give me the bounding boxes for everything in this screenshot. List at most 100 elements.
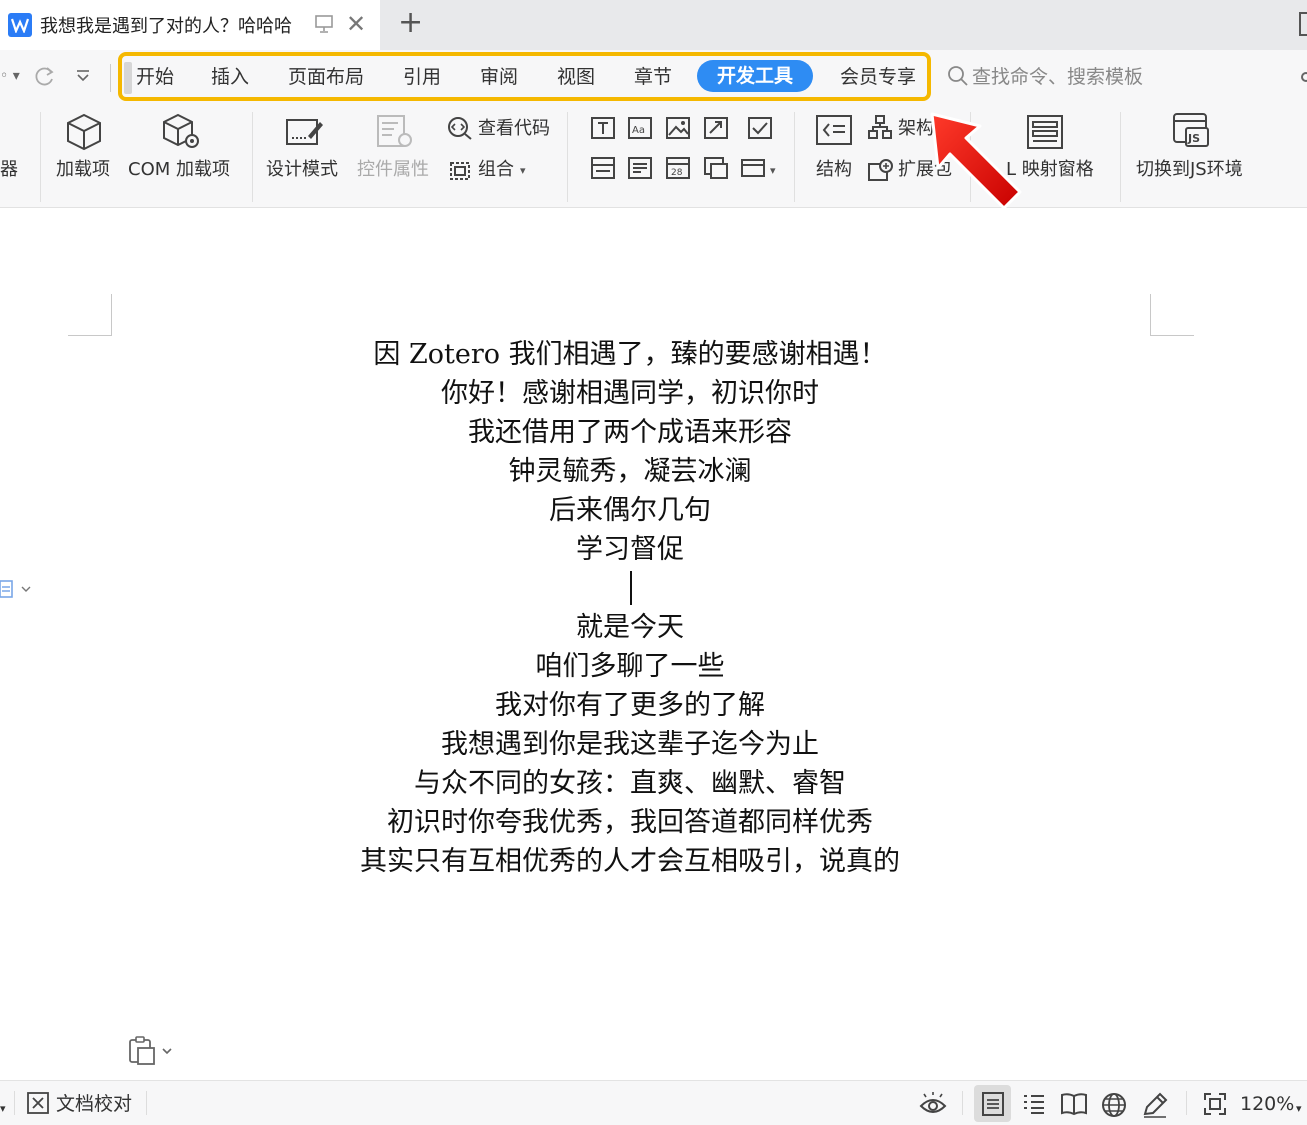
- status-dropdown-icon[interactable]: ▾: [0, 1097, 6, 1121]
- addins-cube-icon[interactable]: [64, 112, 104, 156]
- design-mode-icon[interactable]: [284, 114, 324, 154]
- doc-line: 你好！感谢相遇同学，初识你时: [441, 378, 819, 409]
- outline-view-icon[interactable]: [1021, 1091, 1047, 1121]
- command-search-input[interactable]: 查找命令、搜索模板: [972, 64, 1143, 90]
- legacy-tools-dropdown-icon[interactable]: ▾: [770, 164, 776, 177]
- status-separator: [146, 1091, 147, 1115]
- doc-line: 后来偶尔几句: [549, 495, 711, 526]
- expansion-pack-icon[interactable]: [866, 156, 894, 188]
- page-view-icon[interactable]: [980, 1091, 1006, 1121]
- search-icon[interactable]: [946, 64, 970, 92]
- design-mode-button[interactable]: 设计模式: [266, 158, 338, 182]
- status-bar: ▾ 文档校对 120% ▾: [0, 1080, 1307, 1125]
- view-code-button[interactable]: 查看代码: [478, 117, 550, 141]
- picture-control-icon[interactable]: [665, 116, 691, 144]
- legacy-tools-icon[interactable]: [740, 156, 766, 184]
- page-corner-mark: [1150, 294, 1194, 336]
- tab-bar: 我想我是遇到了对的人？哈哈哈 ✕ +: [0, 0, 1307, 50]
- zoom-dropdown-icon[interactable]: ▾: [1296, 1097, 1302, 1121]
- com-addins-icon[interactable]: [160, 112, 204, 156]
- pen-icon[interactable]: [1141, 1091, 1169, 1123]
- menu-home[interactable]: 开始: [136, 64, 174, 90]
- menu-insert[interactable]: 插入: [211, 64, 249, 90]
- more-icon[interactable]: [1301, 72, 1307, 82]
- menu-row: ◦ ▾ 开始 插入 页面布局 引用 审阅 视图 章节 开发工具 会员专享 查找命…: [0, 50, 1307, 106]
- web-view-icon[interactable]: [1100, 1091, 1128, 1123]
- menu-review[interactable]: 审阅: [480, 64, 518, 90]
- doc-line: 因 Zotero 我们相遇了，臻的要感谢相遇！: [373, 339, 887, 370]
- view-code-icon[interactable]: [447, 116, 473, 144]
- red-arrow-annotation: [930, 112, 1022, 210]
- menu-member[interactable]: 会员专享: [840, 64, 916, 90]
- structure-button[interactable]: 结构: [816, 158, 852, 182]
- quick-access-more-icon[interactable]: [74, 66, 92, 88]
- document-tab[interactable]: 我想我是遇到了对的人？哈哈哈 ✕: [0, 0, 380, 50]
- monitor-icon[interactable]: [314, 14, 334, 38]
- switch-js-button[interactable]: 切换到JS环境: [1136, 158, 1243, 182]
- structure-icon[interactable]: [815, 114, 853, 150]
- paste-options-icon[interactable]: [128, 1036, 174, 1070]
- proofread-icon[interactable]: [26, 1091, 50, 1119]
- menu-section[interactable]: 章节: [634, 64, 672, 90]
- status-separator: [1186, 1091, 1187, 1115]
- control-properties-button: 控件属性: [357, 159, 429, 180]
- undo-dropdown-icon[interactable]: ◦ ▾: [0, 68, 20, 84]
- doc-line: 与众不同的女孩：直爽、幽默、睿智: [414, 768, 846, 799]
- plain-text-control-icon[interactable]: Aa: [627, 116, 653, 144]
- menu-developer-tools[interactable]: 开发工具: [697, 60, 814, 92]
- ribbon-separator: [567, 112, 568, 202]
- menu-references[interactable]: 引用: [403, 64, 441, 90]
- addins-button[interactable]: 加载项: [56, 158, 110, 182]
- fit-window-icon[interactable]: [1202, 1091, 1228, 1121]
- close-tab-icon[interactable]: ✕: [346, 12, 366, 36]
- text-cursor: [630, 571, 632, 605]
- doc-line: 钟灵毓秀，凝芸冰澜: [508, 456, 752, 487]
- doc-line: 我还借用了两个成语来形容: [468, 417, 792, 448]
- group-button[interactable]: 组合: [478, 158, 514, 182]
- doc-line: 我对你有了更多的了解: [495, 690, 765, 721]
- menu-view[interactable]: 视图: [557, 64, 595, 90]
- zoom-level[interactable]: 120%: [1240, 1092, 1294, 1116]
- document-side-icon[interactable]: [0, 578, 34, 604]
- ribbon-separator: [794, 112, 795, 202]
- partial-ribbon-label[interactable]: 器: [0, 158, 18, 182]
- document-title: 我想我是遇到了对的人？哈哈哈: [40, 16, 292, 37]
- svg-text:JS: JS: [1187, 132, 1200, 145]
- combo-box-control-icon[interactable]: [590, 156, 616, 184]
- checkbox-control-icon[interactable]: [747, 116, 773, 144]
- new-tab-icon[interactable]: +: [398, 6, 423, 40]
- control-properties-icon: [376, 114, 414, 154]
- proofread-button[interactable]: 文档校对: [56, 1092, 132, 1116]
- svg-text:28: 28: [671, 168, 683, 178]
- page-corner-mark: [68, 294, 112, 336]
- developer-ribbon: 器 加载项 COM 加载项 设计模式 控件属性 查看代码 组合 ▾ Aa 28 …: [0, 106, 1307, 208]
- doc-line: 学习督促: [576, 534, 684, 565]
- ribbon-separator: [40, 112, 41, 202]
- doc-line: 咱们多聊了一些: [535, 651, 725, 682]
- com-addins-button[interactable]: COM 加载项: [128, 158, 230, 182]
- dropdown-list-control-icon[interactable]: [627, 156, 653, 184]
- writer-app-icon: [8, 13, 32, 37]
- date-picker-control-icon[interactable]: 28: [665, 156, 691, 184]
- repeating-section-control-icon[interactable]: [703, 156, 729, 184]
- window-restore-icon[interactable]: [1299, 12, 1307, 36]
- doc-line: 就是今天: [576, 612, 684, 643]
- doc-line: 其实只有互相优秀的人才会互相吸引，说真的: [360, 846, 900, 877]
- group-icon[interactable]: [446, 158, 474, 188]
- status-separator: [962, 1091, 963, 1115]
- doc-line: 我想遇到你是我这辈子迄今为止: [441, 729, 819, 760]
- building-block-control-icon[interactable]: [703, 116, 729, 144]
- schema-icon[interactable]: [867, 114, 893, 144]
- redo-icon[interactable]: [33, 64, 57, 92]
- rich-text-control-icon[interactable]: [590, 116, 616, 144]
- eye-protection-icon[interactable]: [918, 1091, 948, 1121]
- xml-mapping-pane-icon[interactable]: [1026, 114, 1064, 154]
- group-dropdown-icon[interactable]: ▾: [520, 164, 526, 177]
- toolbar-separator: [110, 64, 111, 92]
- doc-line: 初识时你夸我优秀，我回答道都同样优秀: [387, 807, 873, 838]
- status-separator: [14, 1091, 15, 1115]
- menu-page-layout[interactable]: 页面布局: [288, 64, 364, 90]
- menu-grip: [124, 62, 132, 94]
- switch-js-icon[interactable]: JS: [1172, 112, 1212, 154]
- reading-view-icon[interactable]: [1060, 1091, 1088, 1121]
